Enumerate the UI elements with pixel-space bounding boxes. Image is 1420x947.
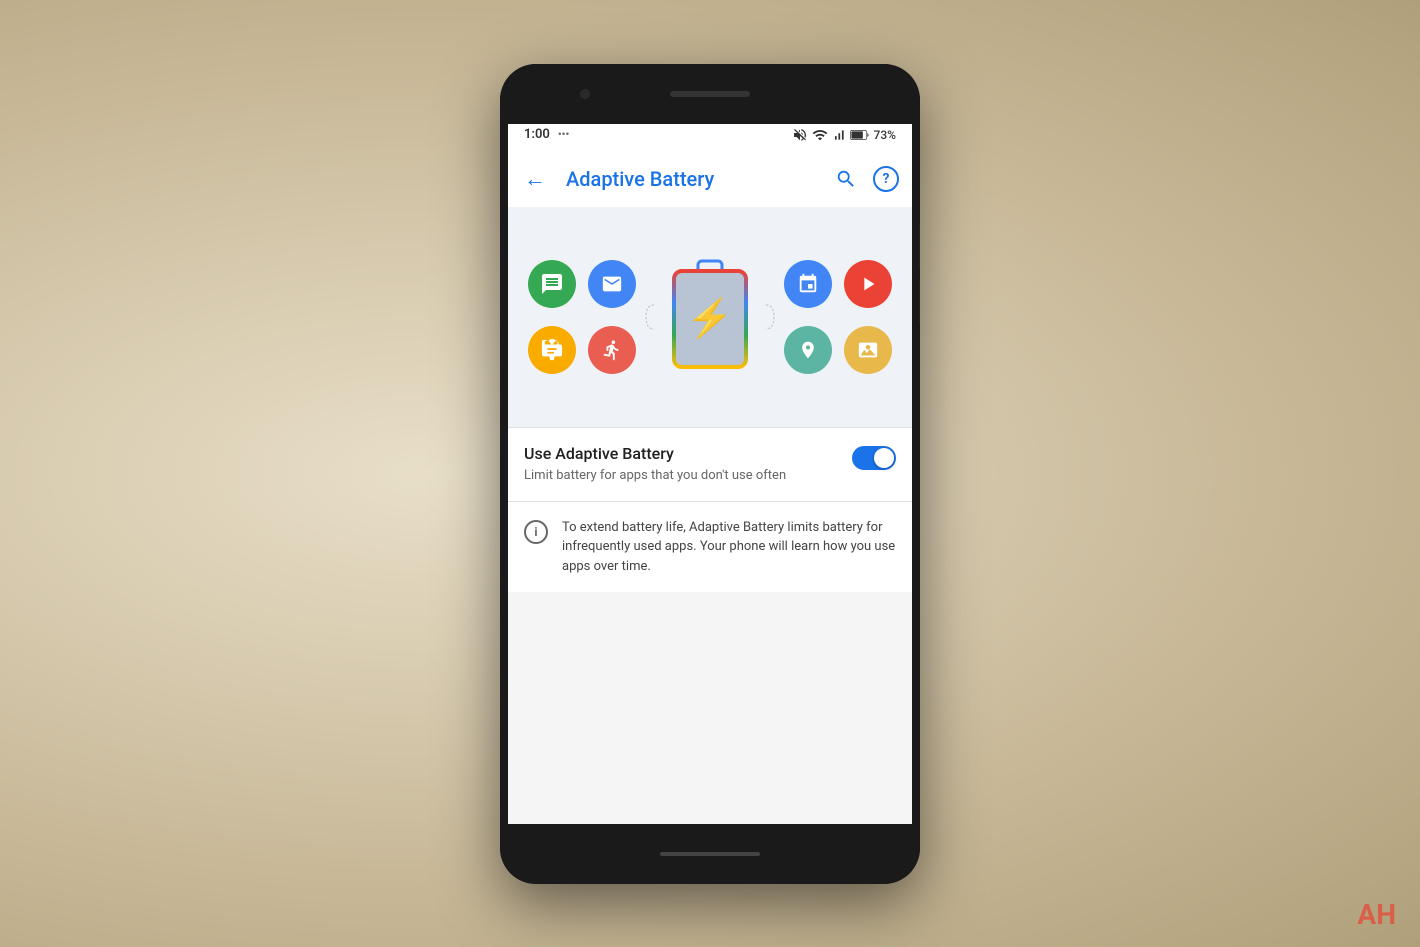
- setting-title: Use Adaptive Battery: [524, 444, 840, 463]
- status-time: 1:00: [524, 127, 550, 142]
- help-circle-icon: ?: [873, 166, 899, 192]
- info-section: i To extend battery life, Adaptive Batte…: [508, 502, 912, 593]
- app-icon-work: [528, 326, 576, 374]
- volume-up-button[interactable]: [919, 224, 920, 269]
- toggle-thumb: [874, 448, 894, 468]
- setting-subtitle: Limit battery for apps that you don't us…: [524, 467, 840, 485]
- status-dots: •••: [558, 128, 570, 141]
- page-title: Adaptive Battery: [566, 167, 816, 191]
- home-indicator[interactable]: [660, 852, 760, 856]
- app-icon-messages: [528, 260, 576, 308]
- search-button[interactable]: [832, 165, 860, 193]
- info-icon: i: [524, 520, 548, 544]
- battery-percent: 73%: [874, 128, 896, 142]
- app-icon-maps: [784, 326, 832, 374]
- right-top-row: [784, 260, 892, 308]
- right-app-icons: [784, 260, 892, 374]
- mute-icon: [792, 127, 808, 143]
- phone-frame: 1:00 •••: [500, 64, 920, 884]
- back-button[interactable]: ←: [520, 162, 550, 196]
- app-icon-youtube: [844, 260, 892, 308]
- setting-text-group: Use Adaptive Battery Limit battery for a…: [524, 444, 840, 485]
- left-top-row: [528, 260, 636, 308]
- left-app-icons: [528, 260, 636, 374]
- status-icons-group: 73%: [792, 127, 896, 143]
- right-bottom-row: [784, 326, 892, 374]
- speaker-grille: [670, 91, 750, 97]
- battery-svg: ⚡: [670, 259, 750, 374]
- left-bottom-row: [528, 326, 636, 374]
- volume-down-button[interactable]: [919, 279, 920, 324]
- app-icon-mail: [588, 260, 636, 308]
- app-icon-photos: [844, 326, 892, 374]
- left-connector-svg: [638, 272, 658, 362]
- settings-content: Use Adaptive Battery Limit battery for a…: [508, 428, 912, 593]
- app-bar: ← Adaptive Battery ?: [508, 151, 912, 207]
- adaptive-battery-setting[interactable]: Use Adaptive Battery Limit battery for a…: [508, 428, 912, 501]
- app-bar-actions: ?: [832, 165, 900, 193]
- watermark: AH: [1357, 898, 1396, 931]
- app-icon-calendar: [784, 260, 832, 308]
- battery-illustration: ⚡: [670, 259, 750, 374]
- illustration-area: ⚡: [508, 207, 912, 427]
- phone-bottom-bezel: [500, 824, 920, 884]
- front-camera: [580, 89, 590, 99]
- wifi-icon: [812, 127, 828, 143]
- help-button[interactable]: ?: [872, 165, 900, 193]
- info-text: To extend battery life, Adaptive Battery…: [562, 518, 896, 577]
- svg-text:⚡: ⚡: [686, 296, 733, 341]
- battery-status-icon: [850, 128, 870, 142]
- app-icon-fitness: [588, 326, 636, 374]
- phone-screen: 1:00 •••: [508, 119, 912, 829]
- right-connector-svg: [762, 272, 782, 362]
- signal-icon: [832, 127, 846, 143]
- phone-top-bezel: [500, 64, 920, 124]
- adaptive-battery-toggle[interactable]: [852, 446, 896, 470]
